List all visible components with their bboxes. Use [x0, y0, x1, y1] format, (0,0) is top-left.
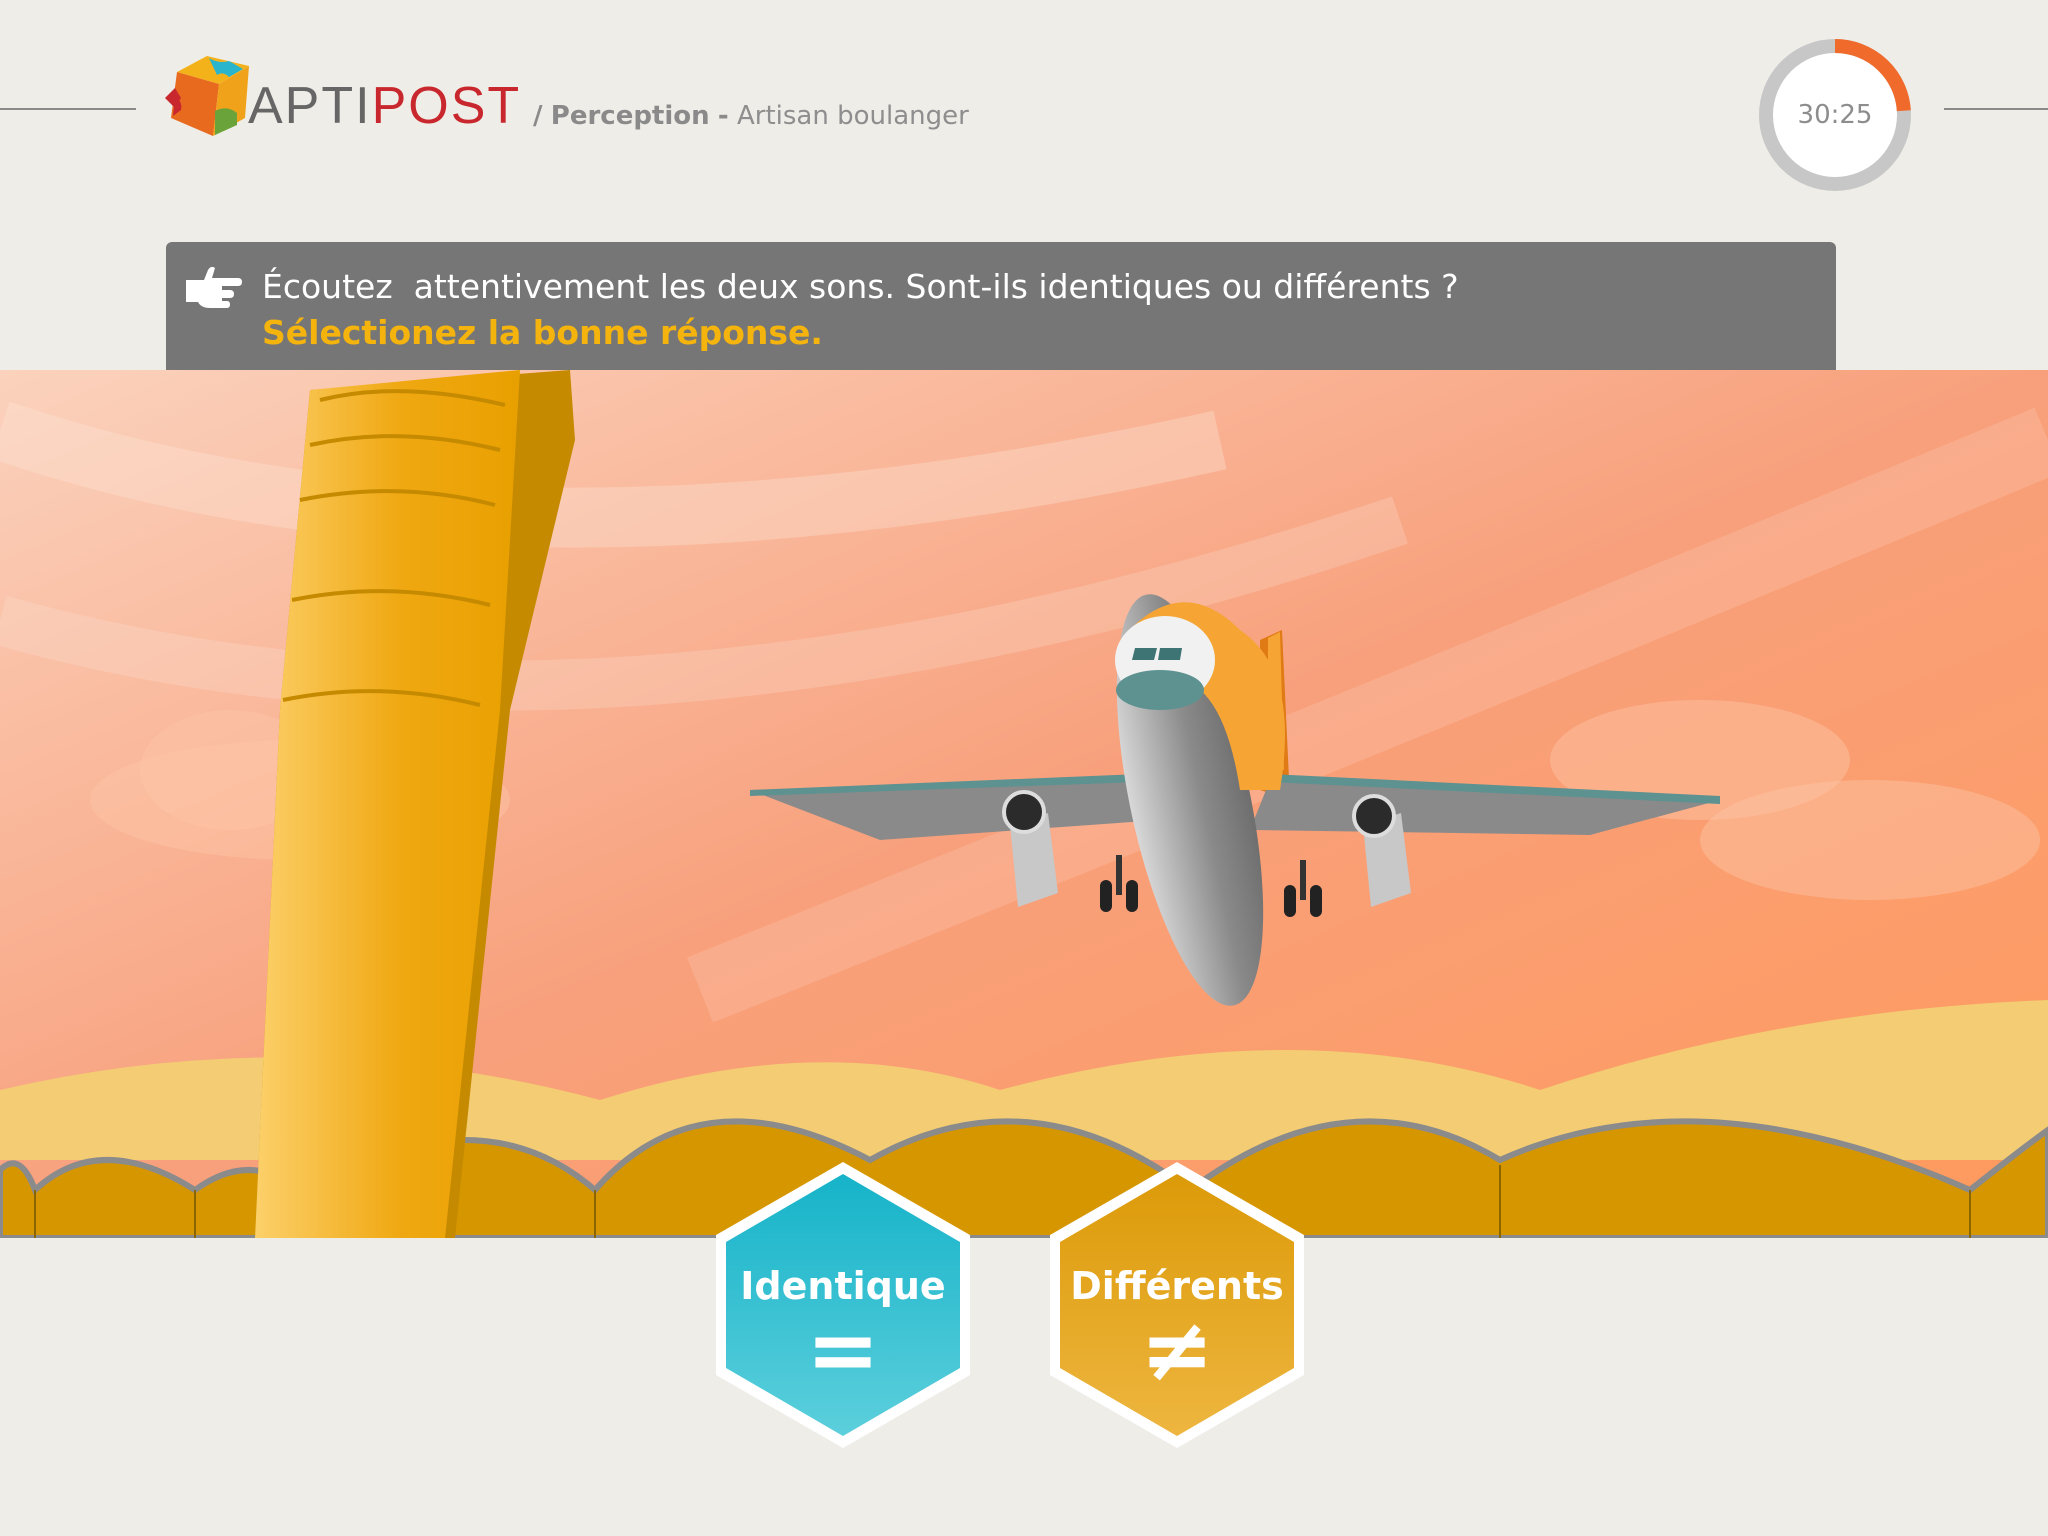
breadcrumb-separator: / — [533, 101, 543, 131]
equals-icon: = — [806, 1298, 880, 1401]
brand-apti: APTI — [248, 77, 372, 135]
instruction-banner: Écoutez attentivement les deux sons. Son… — [166, 242, 1836, 370]
not-equal-icon: ≠ — [1140, 1298, 1214, 1401]
breadcrumb: / Perception - Artisan boulanger — [533, 101, 969, 131]
breadcrumb-dash: - — [717, 101, 729, 131]
instruction-text: Écoutez attentivement les deux sons. Son… — [262, 267, 1459, 306]
instruction-prompt: Sélectionez la bonne réponse. — [262, 313, 823, 352]
header-divider-right — [1944, 108, 2048, 110]
breadcrumb-section: Perception — [550, 101, 710, 131]
brand-post: POST — [371, 77, 522, 135]
airport-illustration — [0, 370, 2048, 1238]
timer-label: 30:25 — [1797, 100, 1873, 130]
differents-button[interactable]: Différents ≠ — [1046, 1158, 1308, 1452]
breadcrumb-page: Artisan boulanger — [736, 101, 969, 131]
pointing-hand-icon — [186, 266, 242, 308]
brand-name: APTIPOST — [248, 76, 521, 136]
header-divider-left — [0, 108, 136, 110]
identique-button[interactable]: Identique = — [712, 1158, 974, 1452]
